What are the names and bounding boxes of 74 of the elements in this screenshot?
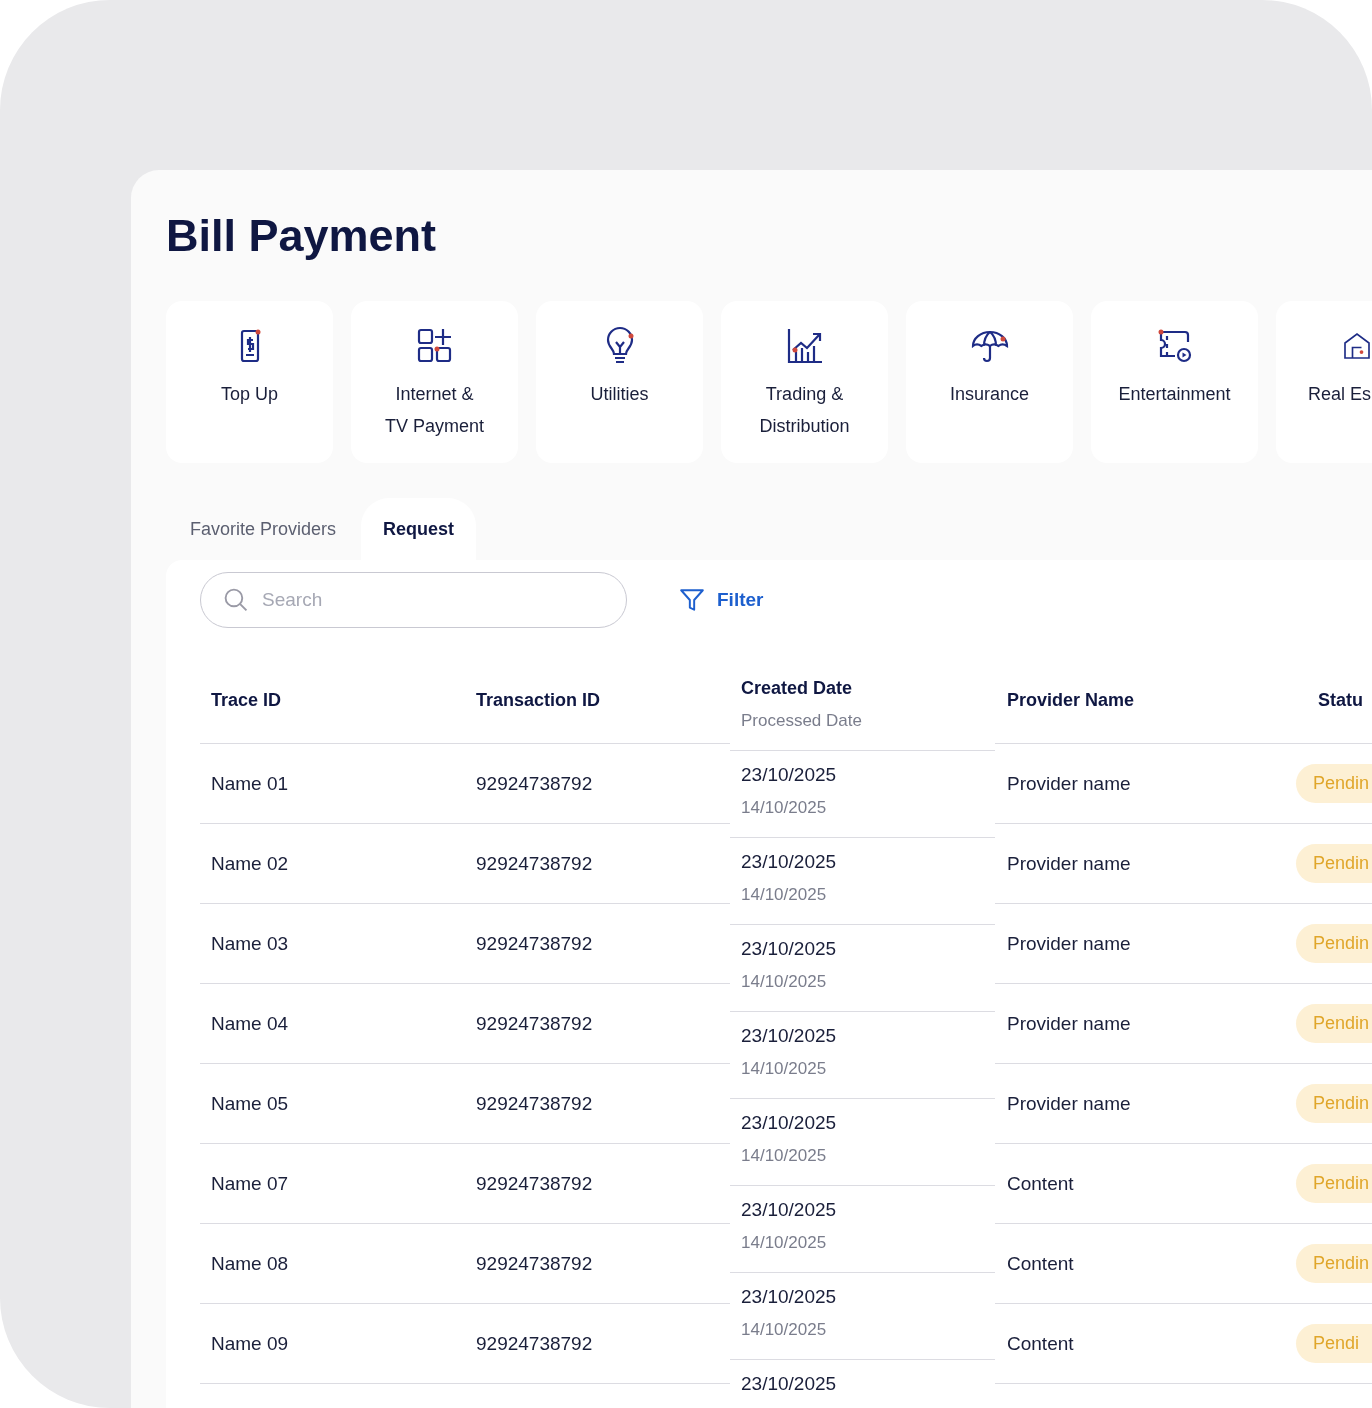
table-cell-text: 92924738792: [475, 1092, 594, 1115]
category-label: Utilities: [590, 383, 649, 406]
column-header: Statu: [1317, 690, 1364, 711]
table-cell-text: Name 08: [210, 1252, 290, 1275]
status-badge: Pendin: [1296, 844, 1372, 883]
table-cell-text: Content: [1006, 1332, 1075, 1355]
category-label: Entertainment: [1118, 383, 1231, 406]
table-cell-text: 14/10/2025: [741, 1320, 828, 1340]
status-badge: Pendi: [1296, 1324, 1372, 1363]
table-cell-text: 23/10/2025: [741, 764, 838, 786]
column-header: Created Date: [741, 677, 854, 699]
category-card[interactable]: Utilities: [536, 301, 703, 463]
category-card[interactable]: Top Up: [166, 301, 333, 463]
table-cell-text: 23/10/2025: [741, 1112, 838, 1134]
status-badge: Pendin: [1296, 1004, 1372, 1043]
status-badge: Pendin: [1296, 924, 1372, 963]
table-cell-text: Name 02: [210, 852, 290, 875]
table-cell-text: 23/10/2025: [741, 1373, 838, 1395]
table-cell-text: 23/10/2025: [741, 851, 838, 873]
table-cell-text: Name 05: [210, 1092, 290, 1115]
table-cell-text: Provider name: [1006, 852, 1132, 875]
category-label: Top Up: [220, 383, 278, 406]
tab[interactable]: Favorite Providers: [171, 498, 356, 560]
table-cell-text: Name 07: [210, 1172, 290, 1195]
column-header: Transaction ID: [475, 690, 602, 711]
filter-button[interactable]: Filter: [679, 587, 764, 613]
category-card[interactable]: Entertainment: [1091, 301, 1258, 463]
category-card[interactable]: Internet & TV Payment: [351, 301, 518, 463]
column-header: Provider Name: [1006, 690, 1136, 711]
table-cell-text: Name 04: [210, 1012, 290, 1035]
table-cell-text: Name 03: [210, 932, 290, 955]
status-badge: Pendin: [1296, 764, 1372, 803]
table-cell-text: 23/10/2025: [741, 938, 838, 960]
table-cell-text: Content: [1006, 1252, 1075, 1275]
table-cell-text: 92924738792: [475, 1172, 594, 1195]
table-cell-text: Provider name: [1006, 772, 1132, 795]
category-card[interactable]: Trading & Distribution: [721, 301, 888, 463]
search-icon: [223, 587, 248, 612]
column-subheader: Processed Date: [741, 710, 863, 731]
category-card[interactable]: Insurance: [906, 301, 1073, 463]
table-cell-text: Content: [1006, 1172, 1075, 1195]
status-badge: Pendin: [1296, 1244, 1372, 1283]
category-label: Trading & Distribution: [759, 383, 850, 438]
table-cell-text: Provider name: [1006, 932, 1132, 955]
category-label: Insurance: [949, 383, 1030, 406]
table-cell-text: Name 01: [210, 772, 290, 795]
table-cell-text: 14/10/2025: [741, 1059, 828, 1079]
table-cell-text: 14/10/2025: [741, 885, 828, 905]
table-cell-text: 92924738792: [475, 1252, 594, 1275]
table-cell-text: 92924738792: [475, 1332, 594, 1355]
table-cell-text: Provider name: [1006, 1092, 1132, 1115]
status-badge: Pendin: [1296, 1164, 1372, 1203]
category-label: Internet & TV Payment: [384, 383, 484, 438]
table-cell-text: 92924738792: [475, 1012, 594, 1035]
table-cell-text: 92924738792: [475, 932, 594, 955]
table-cell-text: Name 09: [210, 1332, 290, 1355]
table-cell-text: Provider name: [1006, 1012, 1132, 1035]
page-title: Bill Payment: [166, 209, 438, 263]
tab[interactable]: Request: [361, 498, 477, 560]
status-badge: Pendin: [1296, 1084, 1372, 1123]
table-cell-text: 14/10/2025: [741, 972, 828, 992]
category-card[interactable]: Real Es: [1276, 301, 1372, 463]
filter-icon: [679, 587, 705, 613]
table-cell-text: 23/10/2025: [741, 1286, 838, 1308]
table-cell-text: 14/10/2025: [741, 798, 828, 818]
search-field[interactable]: Search: [200, 572, 627, 628]
table-cell-text: 14/10/2025: [741, 1233, 828, 1253]
table-cell-text: 23/10/2025: [741, 1025, 838, 1047]
category-label: Real Es: [1308, 383, 1372, 406]
table-cell-text: 14/10/2025: [741, 1146, 828, 1166]
table-cell-text: 92924738792: [475, 772, 594, 795]
table-cell-text: 92924738792: [475, 852, 594, 875]
table-cell-text: 23/10/2025: [741, 1199, 838, 1221]
column-header: Trace ID: [210, 690, 283, 711]
